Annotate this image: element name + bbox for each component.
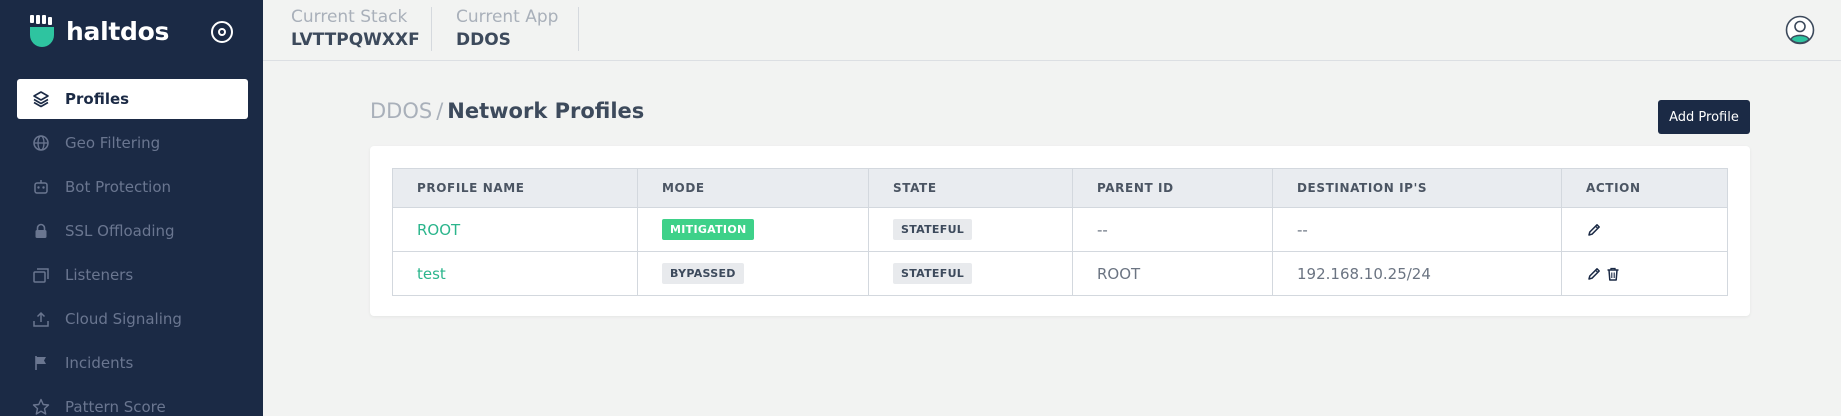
- mode-badge: MITIGATION: [662, 219, 755, 240]
- current-stack-value: LVTTPQWXXF: [291, 30, 420, 50]
- topbar: Current Stack LVTTPQWXXF Current App DDO…: [263, 0, 1841, 61]
- sidebar-nav: Profiles Geo Filtering Bot Protection SS…: [17, 79, 248, 416]
- trash-icon[interactable]: [1605, 266, 1621, 282]
- brand-name: haltdos: [66, 16, 170, 46]
- table-row: ROOT MITIGATION STATEFUL -- --: [392, 207, 1728, 252]
- sidebar-item-label: Listeners: [65, 266, 134, 284]
- column-header-action: ACTION: [1561, 168, 1728, 208]
- column-header-mode: MODE: [637, 168, 869, 208]
- edit-icon[interactable]: [1586, 266, 1602, 282]
- cell-parent-id: --: [1072, 207, 1273, 252]
- current-app-label: Current App: [456, 7, 559, 27]
- profile-link[interactable]: ROOT: [417, 221, 460, 239]
- cell-mode: MITIGATION: [637, 207, 869, 252]
- breadcrumb: DDOS / Network Profiles: [370, 99, 644, 123]
- sidebar: haltdos Profiles Geo Filtering Bot Prote…: [0, 0, 263, 416]
- sidebar-item-label: Profiles: [65, 90, 130, 108]
- cell-profile-name: ROOT: [392, 207, 638, 252]
- cell-state: STATEFUL: [868, 207, 1073, 252]
- column-header-state: STATE: [868, 168, 1073, 208]
- cell-action: [1561, 207, 1728, 252]
- sidebar-item-bot-protection[interactable]: Bot Protection: [17, 167, 248, 207]
- profiles-table: PROFILE NAME MODE STATE PARENT ID DESTIN…: [392, 168, 1728, 296]
- sidebar-item-incidents[interactable]: Incidents: [17, 343, 248, 383]
- globe-icon: [32, 134, 50, 152]
- column-header-parent-id: PARENT ID: [1072, 168, 1273, 208]
- sidebar-item-pattern-score[interactable]: Pattern Score: [17, 387, 248, 416]
- state-badge: STATEFUL: [893, 263, 973, 284]
- cell-mode: BYPASSED: [637, 251, 869, 296]
- user-avatar-icon[interactable]: [1785, 15, 1815, 45]
- cell-destination-ips: 192.168.10.25/24: [1272, 251, 1562, 296]
- header-divider: [578, 7, 579, 51]
- column-header-profile-name: PROFILE NAME: [392, 168, 638, 208]
- cell-parent-id: ROOT: [1072, 251, 1273, 296]
- current-stack-label: Current Stack: [291, 7, 408, 27]
- add-profile-button[interactable]: Add Profile: [1658, 100, 1750, 134]
- breadcrumb-separator: /: [436, 99, 444, 123]
- current-stack-selector[interactable]: Current Stack LVTTPQWXXF: [291, 7, 420, 51]
- current-app-value: DDOS: [456, 30, 511, 50]
- cell-profile-name: test: [392, 251, 638, 296]
- breadcrumb-parent[interactable]: DDOS: [370, 99, 432, 123]
- sidebar-item-label: Cloud Signaling: [65, 310, 182, 328]
- lock-icon: [32, 222, 50, 240]
- haltdos-logo-icon: [30, 15, 54, 47]
- windows-icon: [32, 266, 50, 284]
- cell-destination-ips: --: [1272, 207, 1562, 252]
- page-title: Network Profiles: [447, 99, 645, 123]
- cell-action: [1561, 251, 1728, 296]
- cell-state: STATEFUL: [868, 251, 1073, 296]
- profiles-card: PROFILE NAME MODE STATE PARENT ID DESTIN…: [370, 146, 1750, 316]
- upload-icon: [32, 310, 50, 328]
- table-row: test BYPASSED STATEFUL ROOT 192.168.10.2…: [392, 251, 1728, 296]
- sidebar-item-listeners[interactable]: Listeners: [17, 255, 248, 295]
- state-badge: STATEFUL: [893, 219, 973, 240]
- sidebar-item-label: Geo Filtering: [65, 134, 161, 152]
- header-divider: [431, 7, 432, 51]
- robot-icon: [32, 178, 50, 196]
- layers-icon: [32, 90, 50, 108]
- sidebar-item-geo-filtering[interactable]: Geo Filtering: [17, 123, 248, 163]
- flag-icon: [32, 354, 50, 372]
- edit-icon[interactable]: [1586, 222, 1602, 238]
- target-icon: [218, 28, 226, 36]
- sidebar-item-profiles[interactable]: Profiles: [17, 79, 248, 119]
- sidebar-item-label: SSL Offloading: [65, 222, 175, 240]
- mode-badge: BYPASSED: [662, 263, 744, 284]
- sidebar-item-ssl-offloading[interactable]: SSL Offloading: [17, 211, 248, 251]
- sidebar-item-cloud-signaling[interactable]: Cloud Signaling: [17, 299, 248, 339]
- sidebar-item-label: Bot Protection: [65, 178, 172, 196]
- star-icon: [32, 398, 50, 416]
- sidebar-item-label: Incidents: [65, 354, 134, 372]
- current-app-selector[interactable]: Current App DDOS: [456, 7, 558, 51]
- profile-link[interactable]: test: [417, 265, 446, 283]
- column-header-destination-ips: DESTINATION IP'S: [1272, 168, 1562, 208]
- brand[interactable]: haltdos: [28, 14, 169, 48]
- table-header-row: PROFILE NAME MODE STATE PARENT ID DESTIN…: [392, 168, 1728, 208]
- sidebar-toggle-button[interactable]: [211, 21, 233, 43]
- sidebar-item-label: Pattern Score: [65, 398, 166, 416]
